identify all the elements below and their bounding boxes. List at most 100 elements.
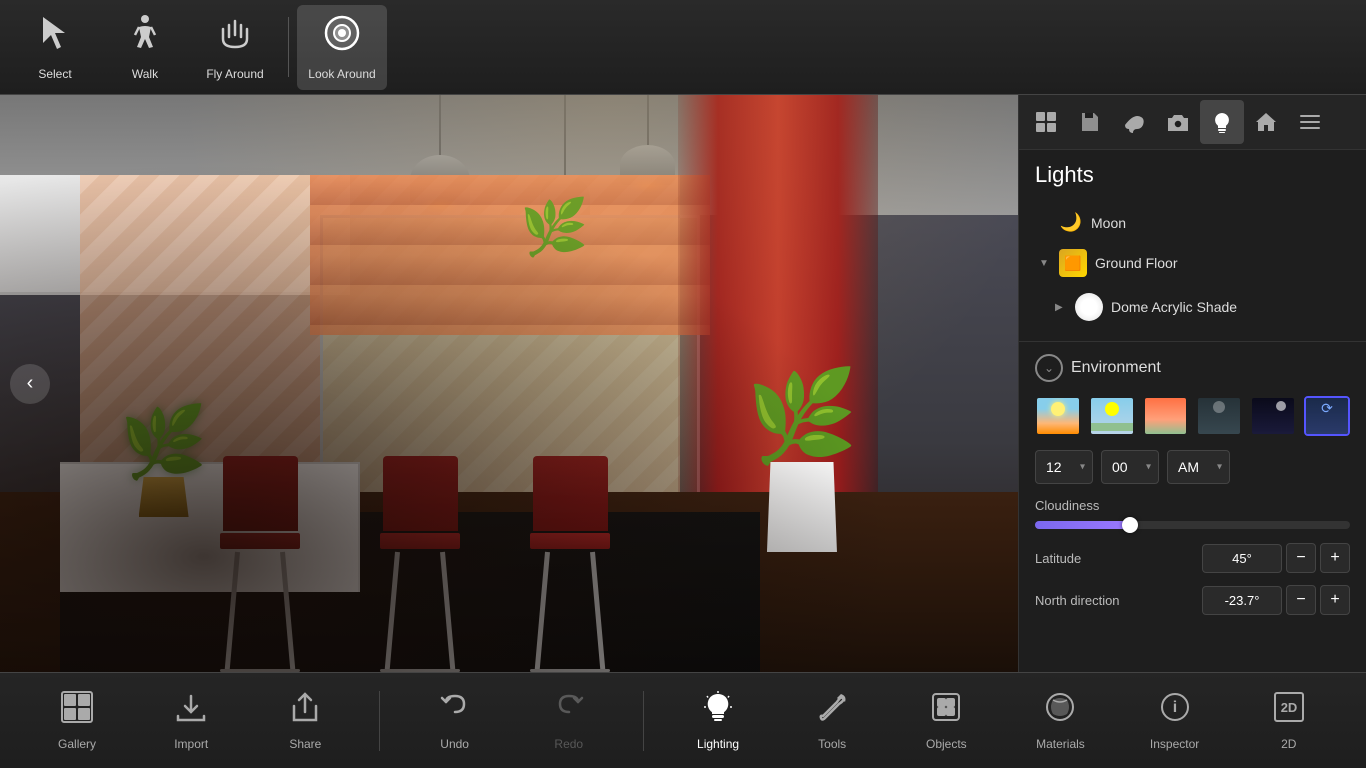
panel-save-btn[interactable] <box>1068 100 1112 144</box>
north-direction-value: -23.7° <box>1202 586 1282 615</box>
panel-icons-row <box>1019 95 1366 150</box>
panel-home-btn[interactable] <box>1244 100 1288 144</box>
north-direction-label: North direction <box>1035 593 1120 608</box>
ground-floor-arrow: ▼ <box>1039 258 1051 269</box>
env-preset-3[interactable] <box>1143 396 1189 436</box>
env-preset-4[interactable] <box>1196 396 1242 436</box>
viewport[interactable]: 🌿 🌿 🌿 ‹ <box>0 95 1018 672</box>
walk-label: Walk <box>132 67 158 81</box>
tree-item-ground-floor[interactable]: ▼ 🟧 Ground Floor <box>1035 241 1350 285</box>
materials-icon <box>1043 690 1077 731</box>
moon-icon: 🌙 <box>1059 212 1083 233</box>
select-label: Select <box>38 67 71 81</box>
2d-btn[interactable]: 2D 2D <box>1249 678 1329 764</box>
latitude-increase-btn[interactable]: + <box>1320 543 1350 573</box>
preset-3-visual <box>1145 398 1187 434</box>
environment-header[interactable]: ⌄ Environment <box>1035 354 1350 382</box>
dome-arrow: ▶ <box>1055 302 1067 313</box>
redo-btn[interactable]: Redo <box>529 678 609 764</box>
environment-presets: ⟳ <box>1035 396 1350 436</box>
panel-camera-btn[interactable] <box>1156 100 1200 144</box>
scene-background: 🌿 🌿 🌿 ‹ <box>0 95 1018 672</box>
latitude-value: 45° <box>1202 544 1282 573</box>
walk-icon <box>125 13 165 61</box>
env-preset-5[interactable] <box>1250 396 1296 436</box>
latitude-row: Latitude 45° − + <box>1035 543 1350 573</box>
env-chevron-icon: ⌄ <box>1035 354 1063 382</box>
time-row: 12123 4567 891011 ▾ 00153045 ▾ AMPM ▾ <box>1035 450 1350 484</box>
env-preset-2[interactable] <box>1089 396 1135 436</box>
cloudiness-label: Cloudiness <box>1035 498 1350 513</box>
top-toolbar: Select Walk Fly Around <box>0 0 1366 95</box>
latitude-label: Latitude <box>1035 551 1081 566</box>
north-direction-row: North direction -23.7° − + <box>1035 585 1350 615</box>
ground-floor-thumb: 🟧 <box>1059 249 1087 277</box>
look-around-label: Look Around <box>308 67 375 81</box>
2d-icon: 2D <box>1272 690 1306 731</box>
cloudiness-section: Cloudiness <box>1035 498 1350 529</box>
materials-btn[interactable]: Materials <box>1020 678 1100 764</box>
cloudiness-slider[interactable] <box>1035 521 1350 529</box>
import-btn[interactable]: Import <box>151 678 231 764</box>
gallery-label: Gallery <box>58 737 96 751</box>
latitude-controls: 45° − + <box>1202 543 1350 573</box>
moon-label: Moon <box>1091 215 1126 231</box>
tree-item-dome-shade[interactable]: ▶ Dome Acrylic Shade <box>1035 285 1350 329</box>
panel-objects-btn[interactable] <box>1024 100 1068 144</box>
preset-6-visual: ⟳ <box>1306 398 1348 434</box>
north-direction-controls: -23.7° − + <box>1202 585 1350 615</box>
north-direction-decrease-btn[interactable]: − <box>1286 585 1316 615</box>
inspector-icon: i <box>1158 690 1192 731</box>
preset-5-visual <box>1252 398 1294 434</box>
inspector-btn[interactable]: i Inspector <box>1135 678 1215 764</box>
preset-2-visual <box>1091 398 1133 434</box>
panel-lighting-btn[interactable] <box>1200 100 1244 144</box>
redo-label: Redo <box>554 737 583 751</box>
env-preset-1[interactable] <box>1035 396 1081 436</box>
tools-icon <box>815 690 849 731</box>
nav-arrow-left[interactable]: ‹ <box>10 364 50 404</box>
right-panel: Lights 🌙 Moon ▼ 🟧 Ground Floor ▶ Dome Ac… <box>1018 95 1366 672</box>
tools-btn[interactable]: Tools <box>792 678 872 764</box>
hour-select[interactable]: 12123 4567 891011 <box>1035 450 1093 484</box>
undo-icon <box>438 690 472 731</box>
undo-btn[interactable]: Undo <box>415 678 495 764</box>
minute-select[interactable]: 00153045 <box>1101 450 1159 484</box>
lighting-label: Lighting <box>697 737 739 751</box>
objects-label: Objects <box>926 737 967 751</box>
inspector-label: Inspector <box>1150 737 1199 751</box>
redo-icon <box>552 690 586 731</box>
preset-4-visual <box>1198 398 1240 434</box>
walk-tool[interactable]: Walk <box>100 5 190 90</box>
select-tool[interactable]: Select <box>10 5 100 90</box>
north-direction-increase-btn[interactable]: + <box>1320 585 1350 615</box>
environment-section: ⌄ Environment <box>1019 341 1366 639</box>
period-select-wrapper: AMPM ▾ <box>1167 450 1230 484</box>
hour-select-wrapper: 12123 4567 891011 ▾ <box>1035 450 1093 484</box>
fly-around-label: Fly Around <box>206 67 263 81</box>
gallery-icon <box>60 690 94 731</box>
panel-paint-btn[interactable] <box>1112 100 1156 144</box>
latitude-decrease-btn[interactable]: − <box>1286 543 1316 573</box>
cloudiness-thumb[interactable] <box>1122 517 1138 533</box>
gallery-btn[interactable]: Gallery <box>37 678 117 764</box>
fly-around-tool[interactable]: Fly Around <box>190 5 280 90</box>
ground-floor-label: Ground Floor <box>1095 255 1177 271</box>
cloudiness-fill <box>1035 521 1130 529</box>
bottom-divider-1 <box>379 691 380 751</box>
look-around-tool[interactable]: Look Around <box>297 5 387 90</box>
env-preset-6[interactable]: ⟳ <box>1304 396 1350 436</box>
lights-title: Lights <box>1035 162 1350 188</box>
lighting-btn[interactable]: Lighting <box>678 678 758 764</box>
bottom-toolbar: Gallery Import Share Undo <box>0 672 1366 768</box>
tree-item-moon[interactable]: 🌙 Moon <box>1035 204 1350 241</box>
undo-label: Undo <box>440 737 469 751</box>
objects-btn[interactable]: Objects <box>906 678 986 764</box>
share-btn[interactable]: Share <box>265 678 345 764</box>
svg-text:i: i <box>1172 699 1176 716</box>
dome-shade-thumb <box>1075 293 1103 321</box>
period-select[interactable]: AMPM <box>1167 450 1230 484</box>
panel-list-btn[interactable] <box>1288 100 1332 144</box>
hand-icon <box>215 13 255 61</box>
lights-section: Lights 🌙 Moon ▼ 🟧 Ground Floor ▶ Dome Ac… <box>1019 150 1366 341</box>
